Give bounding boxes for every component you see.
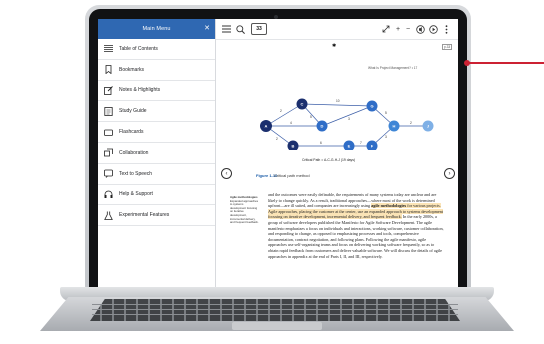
previous-page-button[interactable]: ‹ [221, 168, 232, 179]
next-page-button[interactable]: › [444, 168, 455, 179]
node-label: G [370, 104, 373, 109]
diagram-edges [265, 103, 428, 147]
menu-item-label: Bookmarks [119, 66, 145, 73]
node-label: C [301, 102, 304, 107]
figure-caption: Critical path method [274, 173, 310, 178]
page-number-input[interactable]: 33 [251, 23, 267, 35]
menu-item-collaboration[interactable]: Collaboration [98, 143, 215, 164]
headset-icon [104, 190, 113, 199]
menu-item-experimental-features[interactable]: Experimental Features [98, 205, 215, 227]
menu-item-label: Study Guide [119, 108, 147, 115]
edge-label: 6 [320, 141, 322, 145]
flask-icon [104, 211, 113, 220]
bookmark-icon [104, 65, 113, 75]
menu-item-table-of-contents[interactable]: Table of Contents [98, 39, 215, 60]
keyboard [90, 299, 460, 321]
node-label: D [321, 124, 324, 129]
edge-label: 10 [336, 99, 340, 103]
list-icon [104, 44, 113, 53]
menu-item-label: Collaboration [119, 149, 149, 156]
node-label: B [292, 144, 295, 149]
callout-pointer-line [468, 62, 544, 64]
text-to-speech-icon [104, 169, 113, 178]
book-page: ✱ p.33 What Is Project Management? • 17 [216, 40, 458, 287]
body-text-after: In the early 2000s, a group of software … [268, 214, 444, 259]
critical-path-label: Critical Path = A-C-G-H-J (19 days) [302, 158, 356, 162]
edge-label: 2 [410, 121, 412, 125]
highlighted-term[interactable]: agile methodologies [371, 203, 406, 208]
node-label: J [427, 124, 429, 129]
critical-path-diagram: 2 10 4 5 2 3 6 7 5 3 2 A B C D E F G H J [260, 98, 434, 150]
key-row-divider [92, 309, 458, 310]
node-label: A [265, 124, 268, 129]
edge-label: 4 [290, 121, 292, 125]
edge-label: 7 [360, 141, 362, 145]
edge-label: 5 [385, 111, 387, 115]
zoom-in-button[interactable]: + [394, 24, 402, 34]
menu-item-label: Help & Support [119, 191, 153, 198]
edit-note-icon [104, 86, 113, 95]
collaboration-icon [104, 148, 113, 157]
flashcards-icon [104, 128, 113, 137]
main-menu-panel: Main Menu ✕ Table of Contents Bookmarks … [98, 19, 216, 287]
margin-definition-text: Expanded approaches to systems developme… [230, 198, 259, 225]
audio-icon[interactable] [415, 24, 425, 34]
node-label: H [393, 124, 396, 129]
diagram-nodes: A B C D E F G H J [260, 98, 434, 150]
menu-item-flashcards[interactable]: Flashcards [98, 122, 215, 143]
callout-pointer-dot [464, 60, 470, 66]
study-guide-icon [104, 106, 113, 116]
edge-label: 3 [348, 117, 350, 121]
key-row-divider [92, 304, 458, 305]
menu-item-label: Experimental Features [119, 212, 170, 219]
menu-icon[interactable] [221, 24, 231, 34]
edge-label: 5 [310, 115, 312, 119]
menu-item-label: Notes & Highlights [119, 87, 161, 94]
node-label: E [348, 144, 351, 149]
trackpad [232, 322, 322, 330]
edge-label: 2 [276, 137, 278, 141]
expand-icon[interactable] [381, 24, 391, 34]
menu-title: Main Menu [142, 26, 171, 32]
zoom-out-button[interactable]: − [404, 24, 412, 34]
edge-label: 3 [385, 135, 387, 139]
screen: Main Menu ✕ Table of Contents Bookmarks … [98, 19, 458, 287]
margin-definition: Agile methodologies Expanded approaches … [230, 195, 260, 225]
play-icon[interactable] [428, 24, 438, 34]
more-options-icon[interactable] [443, 24, 449, 34]
edge-label: 2 [280, 109, 282, 113]
search-icon[interactable] [235, 24, 245, 34]
page-badge: p.33 [442, 44, 453, 50]
reader-pane: 33 + − ✱ p.33 What Is Project Management… [216, 19, 458, 287]
bookmark-star-icon[interactable]: ✱ [332, 43, 336, 49]
menu-item-label: Table of Contents [119, 45, 158, 52]
menu-item-bookmarks[interactable]: Bookmarks [98, 60, 215, 81]
menu-item-study-guide[interactable]: Study Guide [98, 101, 215, 123]
body-paragraph: and the outcomes were easily definable, … [268, 192, 444, 259]
menu-item-label: Flashcards [119, 129, 144, 136]
close-icon[interactable]: ✕ [204, 24, 210, 34]
reader-toolbar: 33 + − [216, 19, 458, 40]
menu-item-notes-highlights[interactable]: Notes & Highlights [98, 81, 215, 102]
menu-item-help-support[interactable]: Help & Support [98, 185, 215, 206]
menu-item-label: Text to Speech [119, 170, 153, 177]
menu-item-text-to-speech[interactable]: Text to Speech [98, 164, 215, 185]
menu-header: Main Menu ✕ [98, 19, 215, 39]
key-row-divider [92, 314, 458, 315]
